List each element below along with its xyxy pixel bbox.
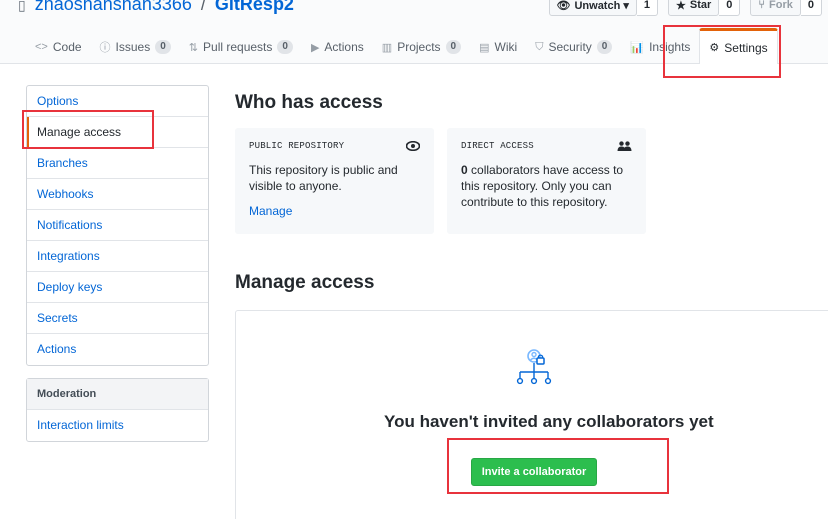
repo-owner-link[interactable]: zhaoshanshan3366 <box>35 0 192 14</box>
who-has-access-heading: Who has access <box>235 92 383 113</box>
manage-access-heading: Manage access <box>235 272 375 293</box>
tab-security[interactable]: ⛉ Security 0 <box>526 30 621 64</box>
repo-action-buttons: 👁 Unwatch ▾ 1 ★ Star 0 ⑂ Fork 0 <box>548 0 828 16</box>
fork-icon: ⑂ <box>758 0 766 11</box>
fork-button[interactable]: ⑂ Fork <box>750 0 801 16</box>
star-button[interactable]: ★ Star <box>668 0 720 16</box>
repo-separator: / <box>200 0 206 14</box>
tab-code-label: Code <box>52 40 82 54</box>
moderation-sidebar: Moderation Interaction limits <box>26 378 209 442</box>
collaborator-count: 0 <box>461 163 468 177</box>
direct-access-text: 0 collaborators have access to this repo… <box>461 162 632 210</box>
star-count[interactable]: 0 <box>719 0 741 16</box>
sidebar-item-integrations[interactable]: Integrations <box>27 241 208 272</box>
play-icon: ▶ <box>310 41 320 54</box>
eye-icon <box>405 139 421 154</box>
repo-title: ▯ zhaoshanshan3366 / GitResp2 <box>18 0 294 15</box>
sidebar-item-branches[interactable]: Branches <box>27 148 208 179</box>
annotation-box-manage-access <box>22 110 154 149</box>
tab-pull-requests-count: 0 <box>277 40 293 54</box>
tab-security-count: 0 <box>596 40 613 54</box>
public-repository-text: This repository is public and visible to… <box>249 163 398 193</box>
tab-issues-label: Issues <box>115 40 151 54</box>
sidebar-item-secrets[interactable]: Secrets <box>27 303 208 334</box>
tab-actions[interactable]: ▶ Actions <box>302 30 373 64</box>
pull-request-icon: ⇅ <box>188 41 199 54</box>
unwatch-button[interactable]: 👁 Unwatch ▾ <box>548 0 637 16</box>
annotation-box-settings <box>663 25 781 78</box>
manage-link[interactable]: Manage <box>249 204 420 218</box>
tab-projects-label: Projects <box>397 40 441 54</box>
graph-icon: 📊 <box>630 41 645 54</box>
fork-label: Fork <box>769 0 793 11</box>
empty-state-title: You haven't invited any collaborators ye… <box>384 412 714 431</box>
people-icon <box>617 139 632 154</box>
sidebar-item-notifications[interactable]: Notifications <box>27 210 208 241</box>
unwatch-label: Unwatch ▾ <box>574 0 629 12</box>
tab-projects-count: 0 <box>445 40 462 54</box>
tab-pull-requests-label: Pull requests <box>203 40 273 54</box>
tab-wiki-label: Wiki <box>494 40 518 54</box>
tab-issues-count: 0 <box>155 40 171 54</box>
public-repository-card: PUBLIC REPOSITORY This repository is pub… <box>235 128 434 234</box>
tab-wiki[interactable]: ▤ Wiki <box>470 30 526 64</box>
watch-count[interactable]: 1 <box>636 0 659 16</box>
tab-code[interactable]: <> Code <box>26 30 91 64</box>
sidebar-item-interaction-limits[interactable]: Interaction limits <box>27 410 208 441</box>
star-icon: ★ <box>676 0 686 12</box>
moderation-heading: Moderation <box>27 379 208 410</box>
code-icon: <> <box>35 41 48 53</box>
public-repository-label: PUBLIC REPOSITORY <box>249 141 345 151</box>
direct-access-description: collaborators have access to this reposi… <box>461 163 624 209</box>
book-icon: ▤ <box>479 41 490 54</box>
project-icon: ▥ <box>381 41 393 54</box>
direct-access-label: DIRECT ACCESS <box>461 141 534 151</box>
tab-pull-requests[interactable]: ⇅ Pull requests 0 <box>180 30 302 64</box>
issue-icon: ⓘ <box>99 42 111 54</box>
sidebar-item-actions[interactable]: Actions <box>27 334 208 365</box>
tab-actions-label: Actions <box>324 40 364 54</box>
eye-icon: 👁 <box>556 0 571 12</box>
sidebar-item-webhooks[interactable]: Webhooks <box>27 179 208 210</box>
repo-name-link[interactable]: GitResp2 <box>215 0 294 14</box>
repo-book-icon: ▯ <box>18 0 26 13</box>
star-label: Star <box>689 0 712 11</box>
tab-security-label: Security <box>548 40 592 54</box>
fork-count[interactable]: 0 <box>800 0 822 16</box>
tab-projects[interactable]: ▥ Projects 0 <box>373 30 470 64</box>
shield-icon: ⛉ <box>535 40 544 53</box>
organization-icon <box>514 349 558 392</box>
direct-access-card: DIRECT ACCESS 0 collaborators have acces… <box>447 128 646 234</box>
sidebar-item-deploy-keys[interactable]: Deploy keys <box>27 272 208 303</box>
annotation-box-invite <box>447 438 669 494</box>
tab-issues[interactable]: ⓘ Issues 0 <box>91 30 180 64</box>
